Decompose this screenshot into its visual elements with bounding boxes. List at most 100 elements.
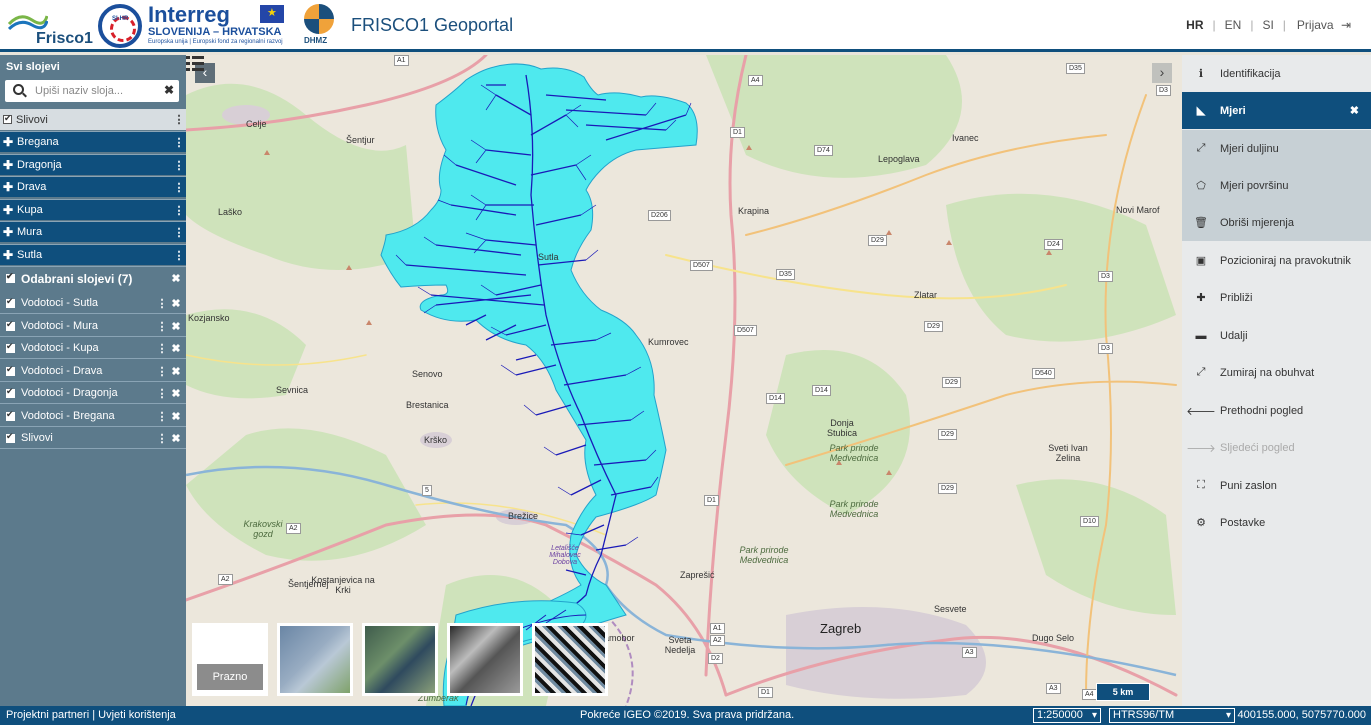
clear-search-icon[interactable]: ✖	[164, 83, 174, 97]
road-shield: D3	[1156, 85, 1171, 96]
frisco-logo[interactable]: Frisco1	[6, 6, 93, 48]
remove-layer-icon[interactable]: ✖	[169, 387, 183, 400]
selected-layer-row[interactable]: Vodotoci - Mura ⋮ ✖	[0, 316, 186, 337]
selected-layers-header[interactable]: Odabrani slojevi (7) ✖	[0, 266, 186, 290]
tool-next-view[interactable]: 🡒 Sljedeći pogled	[1182, 429, 1371, 466]
layer-group-bregana[interactable]: ✚ Bregana ⋮	[0, 131, 186, 152]
layer-checkbox[interactable]	[6, 364, 15, 376]
layer-menu-icon[interactable]: ⋮	[172, 159, 186, 172]
close-measure-icon[interactable]: ✖	[1350, 104, 1359, 117]
selected-layer-row[interactable]: Vodotoci - Sutla ⋮ ✖	[0, 293, 186, 314]
selected-layer-row[interactable]: Slivovi ⋮ ✖	[0, 428, 186, 449]
expand-plus-icon[interactable]: ✚	[1, 180, 15, 194]
remove-all-icon[interactable]: ✖	[169, 272, 183, 285]
layer-group-sutla[interactable]: ✚ Sutla ⋮	[0, 244, 186, 265]
remove-layer-icon[interactable]: ✖	[169, 410, 183, 423]
place-label: Sutla	[538, 252, 559, 262]
interreg-logo[interactable]: SI-HR Interreg SLOVENIJA – HRVATSKA Euro…	[98, 2, 294, 48]
basemap-thumbnail[interactable]	[532, 623, 608, 696]
layer-checkbox[interactable]	[6, 319, 15, 331]
basemap-thumbnail[interactable]	[362, 623, 438, 696]
layer-menu-icon[interactable]: ⋮	[155, 320, 169, 333]
map-view[interactable]: Celje Šentjur Laško Senovo Sevnica Brest…	[186, 55, 1182, 706]
expand-plus-icon[interactable]: ✚	[1, 158, 15, 172]
terms-link[interactable]: Uvjeti korištenja	[98, 709, 176, 721]
layer-checkbox[interactable]	[6, 431, 15, 443]
selected-layer-row[interactable]: Vodotoci - Bregana ⋮ ✖	[0, 406, 186, 427]
park-label: Park prirode Medvednica	[739, 545, 789, 565]
layer-menu-icon[interactable]: ⋮	[155, 410, 169, 423]
selected-layers-checkbox[interactable]	[6, 271, 15, 283]
layer-menu-icon[interactable]: ⋮	[155, 365, 169, 378]
place-label: Sevnica	[276, 385, 309, 395]
basemap-thumbnail[interactable]	[447, 623, 523, 696]
dhmz-logo[interactable]: DHMZ	[300, 4, 338, 48]
remove-layer-icon[interactable]: ✖	[169, 432, 183, 445]
expand-right-panel-button[interactable]: ›	[1152, 63, 1172, 83]
tool-settings[interactable]: ⚙ Postavke	[1182, 504, 1371, 541]
remove-layer-icon[interactable]: ✖	[169, 342, 183, 355]
expand-plus-icon[interactable]: ✚	[1, 225, 15, 239]
scale-select[interactable]: 1:250000	[1033, 708, 1101, 723]
tool-zoom-extent[interactable]: ⤢ Zumiraj na obuhvat	[1182, 354, 1371, 391]
selected-layer-row[interactable]: Vodotoci - Dragonja ⋮ ✖	[0, 383, 186, 404]
basemap-empty[interactable]: Prazno	[192, 623, 268, 696]
layer-group-drava[interactable]: ✚ Drava ⋮	[0, 176, 186, 197]
layer-menu-icon[interactable]: ⋮	[172, 136, 186, 149]
road-shield: D507	[690, 260, 713, 271]
basemap-thumbnail[interactable]	[277, 623, 353, 696]
layer-menu-icon[interactable]: ⋮	[155, 297, 169, 310]
tool-zoom-in[interactable]: ✚ Približi	[1182, 279, 1371, 316]
layer-menu-icon[interactable]: ⋮	[155, 342, 169, 355]
layer-group-dragonja[interactable]: ✚ Dragonja ⋮	[0, 154, 186, 175]
remove-layer-icon[interactable]: ✖	[169, 320, 183, 333]
login-link[interactable]: Prijava ⇥	[1293, 18, 1355, 32]
expand-plus-icon[interactable]: ✚	[1, 135, 15, 149]
crs-select[interactable]: HTRS96/TM	[1109, 708, 1235, 723]
map-canvas[interactable]	[186, 55, 1182, 706]
lang-hr[interactable]: HR	[1184, 18, 1205, 32]
road-shield: A4	[748, 75, 763, 86]
layer-group-mura[interactable]: ✚ Mura ⋮	[0, 221, 186, 242]
layer-menu-icon[interactable]: ⋮	[172, 181, 186, 194]
layer-group-label: Drava	[17, 181, 47, 193]
layer-group-kupa[interactable]: ✚ Kupa ⋮	[0, 199, 186, 220]
tool-clear-measurements[interactable]: 🗑 Obriši mjerenja	[1182, 204, 1371, 241]
selected-layer-row[interactable]: Vodotoci - Drava ⋮ ✖	[0, 361, 186, 382]
layer-group-label: Kupa	[17, 204, 43, 216]
layer-menu-icon[interactable]: ⋮	[172, 249, 186, 262]
tool-measure-length[interactable]: ⤢ Mjeri duljinu	[1182, 130, 1371, 167]
road-shield: A2	[710, 635, 725, 646]
tool-measure[interactable]: ◣ Mjeri ✖	[1182, 92, 1371, 129]
tool-identify[interactable]: ℹ Identifikacija	[1182, 55, 1371, 92]
layer-checkbox[interactable]	[6, 341, 15, 353]
expand-plus-icon[interactable]: ✚	[1, 248, 15, 262]
tool-measure-area[interactable]: ⬠ Mjeri površinu	[1182, 167, 1371, 204]
tool-zoom-out[interactable]: ▬ Udalji	[1182, 317, 1371, 354]
tool-previous-view[interactable]: 🡐 Prethodni pogled	[1182, 392, 1371, 429]
tool-fullscreen[interactable]: ⛶ Puni zaslon	[1182, 467, 1371, 504]
remove-layer-icon[interactable]: ✖	[169, 365, 183, 378]
layer-checkbox[interactable]	[3, 113, 12, 124]
layer-menu-icon[interactable]: ⋮	[155, 387, 169, 400]
layer-search-input[interactable]	[35, 83, 155, 99]
layer-menu-icon[interactable]: ⋮	[155, 432, 169, 445]
partners-link[interactable]: Projektni partneri	[6, 709, 89, 721]
layer-row-slivovi[interactable]: Slivovi ⋮	[0, 109, 186, 130]
lang-si[interactable]: SI	[1260, 18, 1275, 32]
layer-checkbox[interactable]	[6, 409, 15, 421]
lang-en[interactable]: EN	[1223, 18, 1244, 32]
search-icon	[13, 84, 24, 95]
layer-checkbox[interactable]	[6, 386, 15, 398]
expand-plus-icon[interactable]: ✚	[1, 203, 15, 217]
remove-layer-icon[interactable]: ✖	[169, 297, 183, 310]
layer-menu-icon[interactable]: ⋮	[172, 113, 186, 126]
layer-checkbox[interactable]	[6, 296, 15, 308]
basemap-empty-label: Prazno	[197, 664, 263, 690]
layer-menu-icon[interactable]: ⋮	[172, 204, 186, 217]
tool-zoom-rectangle[interactable]: ▣ Pozicioniraj na pravokutnik	[1182, 242, 1371, 279]
layer-menu-icon[interactable]: ⋮	[172, 226, 186, 239]
selected-layer-row[interactable]: Vodotoci - Kupa ⋮ ✖	[0, 338, 186, 359]
copyright-text: Pokreće IGEO ©2019. Sva prava pridržana.	[580, 709, 795, 721]
legend-list-icon[interactable]	[186, 55, 204, 73]
